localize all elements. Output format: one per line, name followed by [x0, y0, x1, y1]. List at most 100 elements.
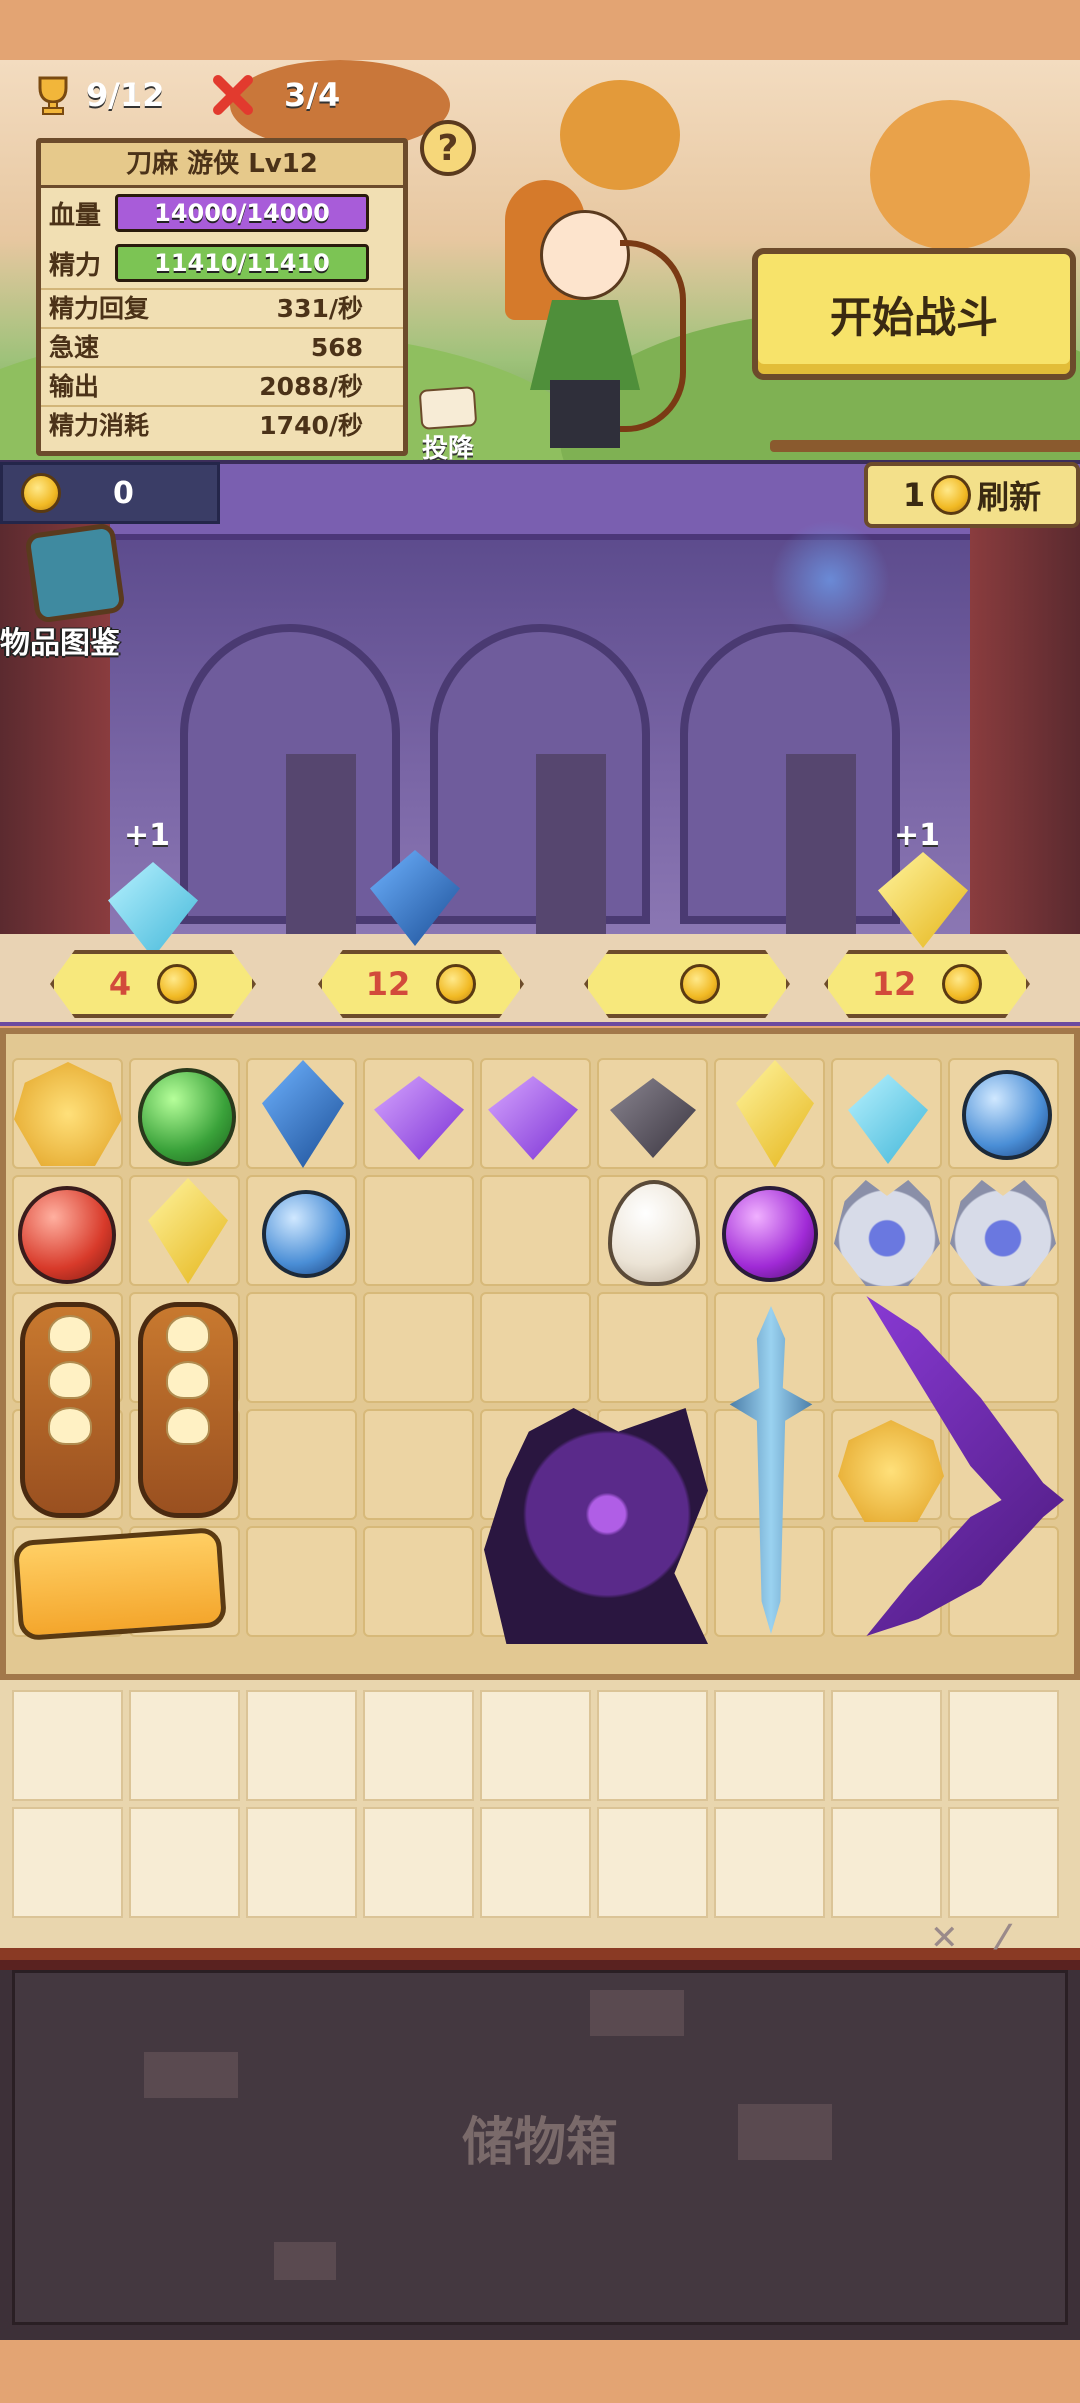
blue-orb-icon[interactable]	[262, 1190, 350, 1278]
bottom-frame	[0, 2340, 1080, 2403]
wins-value: 9/12	[86, 76, 165, 114]
bread-icon[interactable]	[20, 1302, 120, 1518]
inventory-cell[interactable]	[714, 1690, 825, 1801]
trophy-icon	[38, 76, 68, 115]
coin-icon	[942, 964, 983, 1004]
catalog-label: 物品图鉴	[0, 626, 120, 661]
gold-value: 0	[113, 475, 134, 511]
help-icon[interactable]: ?	[420, 120, 476, 176]
green-orb-icon[interactable]	[138, 1068, 236, 1166]
inventory-cell[interactable]	[948, 1690, 1059, 1801]
coin-icon	[21, 473, 61, 513]
coin-icon	[157, 964, 198, 1004]
shop-price-tag[interactable]	[584, 950, 790, 1018]
bread-icon[interactable]	[138, 1302, 238, 1518]
sp-label: 精力	[49, 250, 102, 281]
stat-value: 1740/秒	[259, 411, 363, 440]
refresh-label: 刷新	[977, 478, 1042, 516]
stat-value: 2088/秒	[259, 372, 363, 401]
white-flag-icon	[418, 386, 478, 430]
hero-title: 刀麻 游侠 Lv12	[41, 143, 403, 188]
refresh-button[interactable]: 1 刷新	[864, 462, 1080, 528]
hammer-icon[interactable]: ✕	[930, 1918, 966, 1958]
stack-bonus: +1	[124, 818, 171, 853]
hp-row: 血量 14000/14000	[41, 188, 403, 238]
violet-orb-icon[interactable]	[722, 1186, 818, 1282]
backpack-cell[interactable]	[363, 1292, 474, 1403]
top-frame	[0, 0, 1080, 60]
cross-icon	[213, 75, 253, 115]
backpack-cell[interactable]	[246, 1292, 357, 1403]
sp-row: 精力 11410/11410	[41, 238, 403, 288]
backpack-cell[interactable]	[246, 1409, 357, 1520]
bow-icon	[620, 240, 686, 432]
hero-avatar	[540, 210, 630, 300]
inventory-cell[interactable]	[129, 1690, 240, 1801]
hero-legs	[550, 380, 620, 448]
inventory-cell[interactable]	[597, 1807, 708, 1918]
inventory-cell[interactable]	[12, 1690, 123, 1801]
inventory-cell[interactable]	[714, 1807, 825, 1918]
inventory-cell[interactable]	[363, 1690, 474, 1801]
price-value: 4	[108, 965, 132, 1003]
red-orb-icon[interactable]	[18, 1186, 116, 1284]
backpack-cell[interactable]	[597, 1292, 708, 1403]
stat-label: 精力消耗	[49, 411, 150, 440]
stat-row-cost: 精力消耗 1740/秒	[41, 405, 403, 444]
hp-bar: 14000/14000	[115, 194, 370, 232]
inventory-cell[interactable]	[480, 1690, 591, 1801]
sp-bar: 11410/11410	[115, 244, 370, 282]
backpack-cell[interactable]	[363, 1409, 474, 1520]
coin-icon	[680, 964, 720, 1004]
backpack-cell[interactable]	[363, 1175, 474, 1286]
stat-label: 精力回复	[49, 294, 150, 323]
inventory-cell[interactable]	[246, 1690, 357, 1801]
storage-label: 储物箱	[461, 2113, 618, 2173]
inventory-cell[interactable]	[480, 1807, 591, 1918]
inventory-cell[interactable]	[948, 1807, 1059, 1918]
hp-label: 血量	[49, 200, 102, 231]
book-icon	[24, 522, 126, 624]
stat-label: 输出	[49, 372, 100, 401]
coin-icon	[931, 475, 972, 515]
coin-icon	[436, 964, 477, 1004]
losses-value: 3/4	[284, 76, 341, 114]
blue-orb-icon[interactable]	[962, 1070, 1052, 1160]
backpack-cell[interactable]	[480, 1175, 591, 1286]
stack-bonus: +1	[894, 818, 941, 853]
backpack-cell[interactable]	[246, 1526, 357, 1637]
inventory-cell[interactable]	[831, 1690, 942, 1801]
inventory-cell[interactable]	[363, 1807, 474, 1918]
storage-tile	[144, 2052, 238, 2098]
hero-stat-panel: 刀麻 游侠 Lv12 血量 14000/14000 精力 11410/11410…	[36, 138, 408, 456]
losses-counter: 3/4	[210, 72, 340, 118]
inventory-cell[interactable]	[246, 1807, 357, 1918]
price-value: 12	[365, 965, 411, 1003]
start-battle-button[interactable]: 开始战斗	[752, 248, 1076, 380]
brush-icon[interactable]: ⁄	[1000, 1918, 1036, 1958]
stat-label: 急速	[49, 333, 100, 362]
surrender-button[interactable]: 投降	[418, 386, 478, 464]
drink-cup-icon[interactable]	[12, 1526, 228, 1642]
storage-tile	[274, 2242, 336, 2280]
inventory-cell[interactable]	[831, 1807, 942, 1918]
price-value: 12	[871, 965, 917, 1003]
inventory-cell[interactable]	[12, 1807, 123, 1918]
gold-counter: 0	[0, 462, 220, 524]
shop-price-tag[interactable]: 12	[318, 950, 524, 1018]
stat-row-dps: 输出 2088/秒	[41, 366, 403, 405]
backpack-cell[interactable]	[363, 1526, 474, 1637]
shop-price-tag[interactable]: 4	[50, 950, 256, 1018]
storage-tile	[590, 1990, 684, 2036]
backpack-cell[interactable]	[480, 1292, 591, 1403]
item-catalog-button[interactable]: 物品图鉴	[0, 522, 130, 661]
inventory-cell[interactable]	[597, 1690, 708, 1801]
stat-row-regen: 精力回复 331/秒	[41, 288, 403, 327]
inventory-cell[interactable]	[129, 1807, 240, 1918]
sparkle-icon	[770, 520, 890, 640]
stat-value: 331/秒	[276, 294, 363, 323]
stat-value: 568	[310, 333, 363, 362]
stat-row-haste: 急速 568	[41, 327, 403, 366]
refresh-cost: 1	[902, 476, 926, 514]
shop-price-tag[interactable]: 12	[824, 950, 1030, 1018]
